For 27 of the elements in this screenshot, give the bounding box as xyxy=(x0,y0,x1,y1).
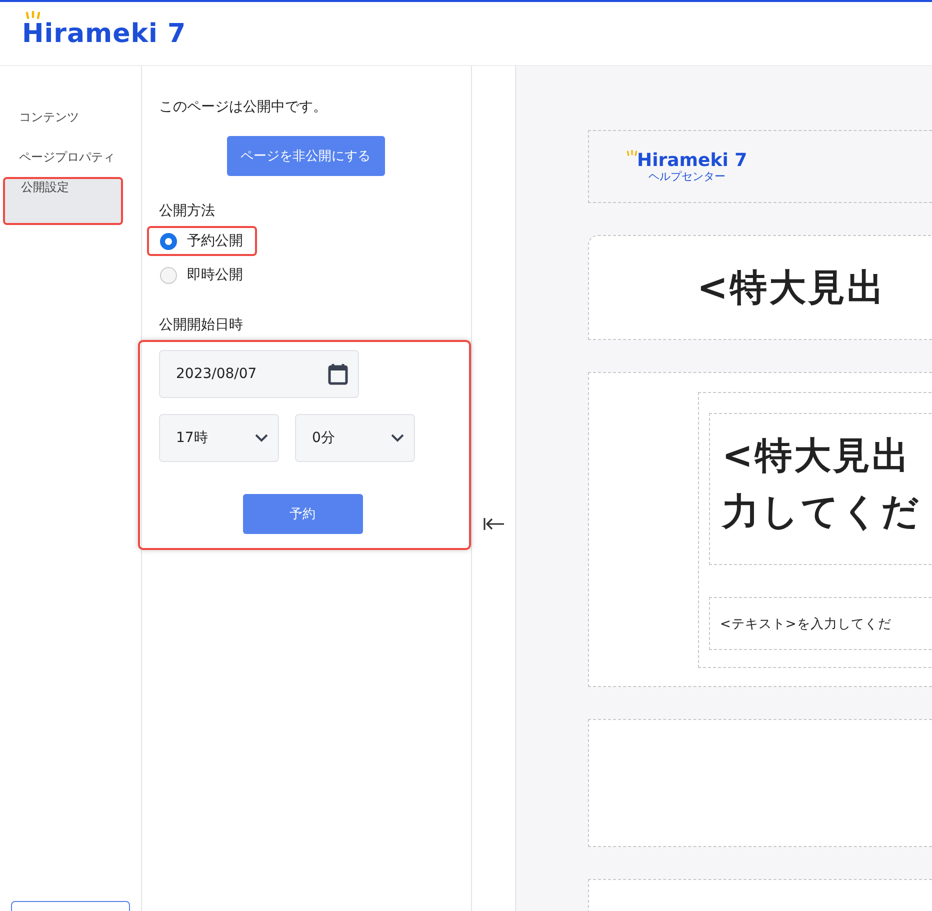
status-text: このページは公開中です。 xyxy=(159,98,328,116)
radio-button[interactable] xyxy=(160,232,177,250)
sidebar-item[interactable]: ページプロパティ xyxy=(3,137,138,175)
app-logo[interactable]: Hirameki 7 xyxy=(22,18,186,48)
sidebar-item[interactable]: 公開設定 xyxy=(3,177,123,225)
radio-button[interactable] xyxy=(160,266,177,284)
heading-input-field[interactable]: <特大見出 xyxy=(588,235,932,340)
logo-subtitle: ヘルプセンター xyxy=(648,168,726,184)
preview-logo: Hirameki 7 xyxy=(637,150,748,170)
collapse-left-icon[interactable] xyxy=(482,516,504,530)
section-label: 公開開始日時 xyxy=(159,316,244,334)
section-label: 公開方法 xyxy=(159,202,216,220)
sparkle-icon xyxy=(26,10,40,18)
heading-input-field[interactable]: <特大見出 力してくだ xyxy=(709,413,932,565)
chevron-down-icon xyxy=(255,434,268,442)
text-input-field[interactable]: <テキスト>を入力してくだ xyxy=(709,597,932,650)
radio-label[interactable]: 即時公開 xyxy=(187,266,243,284)
sidebar-item[interactable]: コンテンツ xyxy=(3,97,138,135)
minute-select[interactable]: 0分 xyxy=(295,414,415,462)
unpublish-button[interactable]: ページを非公開にする xyxy=(226,136,384,176)
radio-label[interactable]: 予約公開 xyxy=(187,232,243,250)
reserve-button[interactable]: 予約 xyxy=(242,494,362,534)
date-field[interactable]: 2023/08/07 xyxy=(159,350,359,398)
chevron-down-icon xyxy=(391,434,404,442)
hour-select[interactable]: 17時 xyxy=(159,414,279,462)
calendar-icon xyxy=(328,363,348,385)
sparkle-icon xyxy=(627,150,637,156)
